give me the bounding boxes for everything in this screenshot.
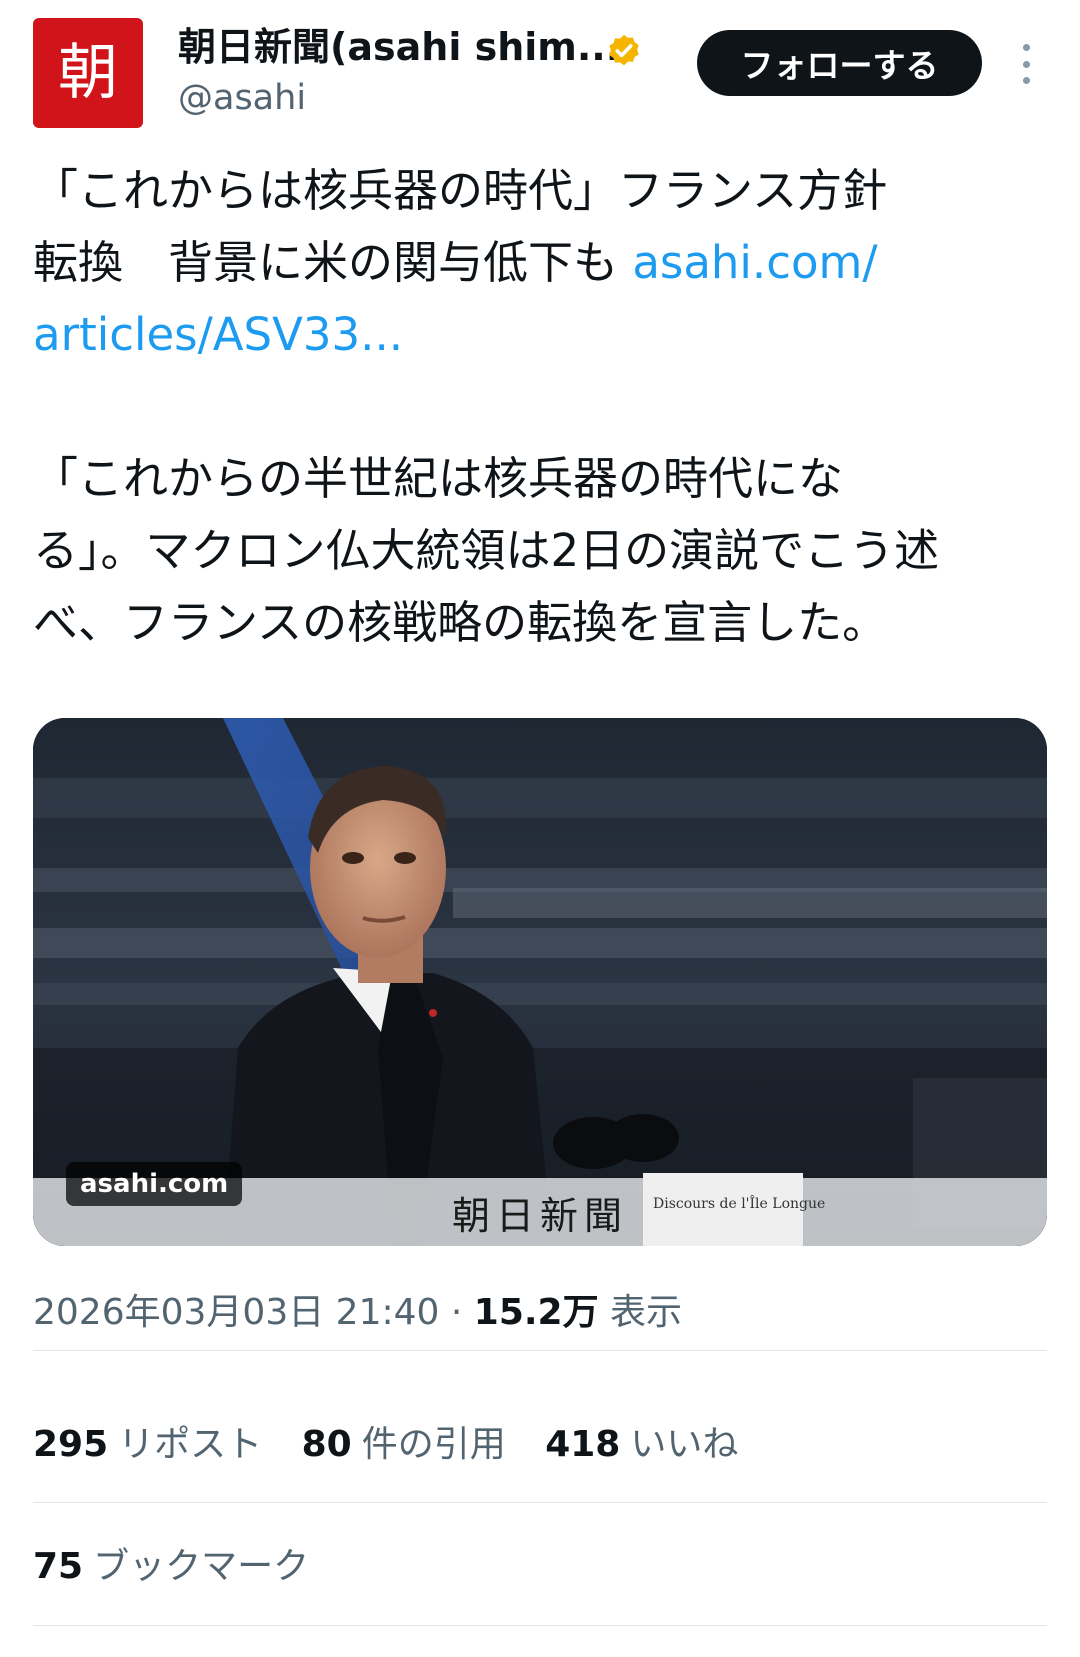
tweet-line: 「これからの半世紀は核兵器の時代にな xyxy=(33,452,844,505)
tweet-text: 「これからは核兵器の時代」フランス方針 転換 背景に米の関与低下も asahi.… xyxy=(33,155,1048,659)
tweet-line: 転換 背景に米の関与低下も asahi.com/ xyxy=(33,227,1048,299)
photo-caption: 朝日新聞 xyxy=(451,1193,628,1238)
quotes-label: 件の引用 xyxy=(361,1424,506,1465)
likes-label: いいね xyxy=(630,1424,739,1465)
engagement-stats: 295 リポスト 80 件の引用 418 いいね xyxy=(33,1420,766,1470)
tweet-line: る」。マクロン仏大統領は2日の演説でこう述 xyxy=(33,524,940,577)
article-link-continued[interactable]: articles/ASV33... xyxy=(33,299,1048,371)
avatar-logo-text: 朝 xyxy=(58,38,118,108)
bookmarks-row: 75 ブックマーク xyxy=(33,1542,337,1592)
likes-count: 418 xyxy=(545,1424,621,1465)
bookmarks-count: 75 xyxy=(33,1546,84,1587)
reposts-count: 295 xyxy=(33,1424,109,1465)
tweet-line-text: 転換 背景に米の関与低下も xyxy=(33,236,633,289)
tweet-line: べ、フランスの核戦略の転換を宣言した。 xyxy=(33,596,888,649)
bookmarks-stat[interactable]: 75 ブックマーク xyxy=(33,1546,309,1587)
reposts-stat[interactable]: 295 リポスト xyxy=(33,1424,262,1465)
avatar[interactable]: 朝 xyxy=(33,18,143,128)
divider xyxy=(33,1350,1047,1351)
link-source-badge[interactable]: asahi.com xyxy=(66,1162,243,1206)
follow-button[interactable]: フォローする xyxy=(697,30,982,96)
reposts-label: リポスト xyxy=(118,1424,263,1465)
meta-separator: · xyxy=(439,1292,474,1333)
tweet-line: 「これからは核兵器の時代」フランス方針 xyxy=(33,164,888,217)
article-link[interactable]: asahi.com/ xyxy=(632,236,877,289)
likes-stat[interactable]: 418 いいね xyxy=(545,1424,738,1465)
display-name[interactable]: 朝日新聞(asahi shim... xyxy=(178,24,620,70)
bookmarks-label: ブックマーク xyxy=(93,1546,310,1587)
divider xyxy=(33,1502,1047,1503)
quotes-count: 80 xyxy=(301,1424,352,1465)
verified-badge-icon xyxy=(609,34,639,66)
timestamp[interactable]: 2026年03月03日 21:40 xyxy=(33,1292,439,1333)
tweet-header: 朝 朝日新聞(asahi shim... @asahi フォローする xyxy=(0,0,1080,140)
views-count: 15.2万 xyxy=(473,1292,599,1333)
views-label: 表示 xyxy=(598,1292,683,1333)
account-handle[interactable]: @asahi xyxy=(178,76,306,120)
divider xyxy=(33,1625,1047,1626)
more-vertical-icon[interactable] xyxy=(1014,44,1038,84)
quotes-stat[interactable]: 80 件の引用 xyxy=(302,1424,506,1465)
tweet-meta: 2026年03月03日 21:40 · 15.2万 表示 xyxy=(33,1288,682,1338)
link-card-image[interactable]: 朝日新聞 Discours de l'Île Longue asahi.com xyxy=(33,718,1047,1246)
